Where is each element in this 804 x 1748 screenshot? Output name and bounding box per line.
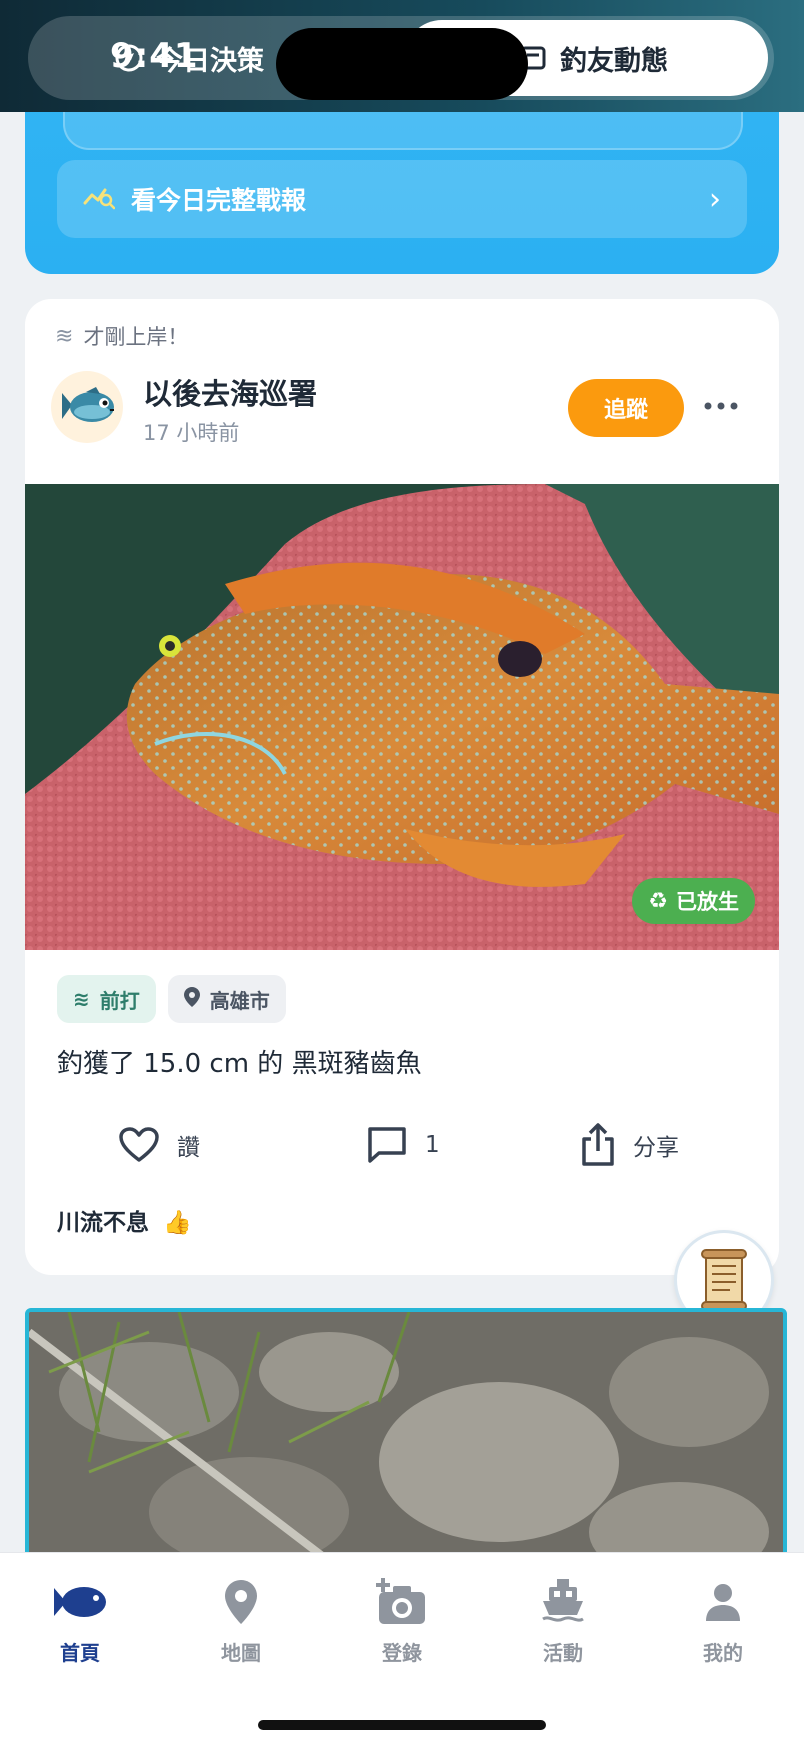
fishing-method-label: 前打 [99,988,140,1013]
stones-photo-illustration [29,1312,783,1584]
post-time: 17 小時前 [143,421,240,445]
location-pin-icon [183,986,200,1012]
nav-events[interactable]: 活動 [503,1577,623,1666]
camera-add-icon [375,1577,429,1627]
boat-icon [541,1577,585,1627]
post-tag-label: 才剛上岸！ [83,325,189,349]
nav-map[interactable]: 地圖 [181,1577,301,1666]
waves-icon: ≋ [73,987,90,1011]
waves-icon: ≋ [55,323,74,349]
location-label: 高雄市 [209,988,270,1013]
post-card: ≋ 才剛上岸！ 以後去海巡署 17 小時前 追蹤 ♻ 已放生 ≋ 前打 高雄市 … [25,299,779,1275]
scroll-icon [701,1249,747,1311]
location-chip[interactable]: 高雄市 [167,975,286,1023]
daily-report-banner: 看今日完整戰報 › [25,86,779,274]
share-icon [581,1123,615,1167]
share-button[interactable]: 分享 [581,1115,679,1175]
comment-count: 1 [425,1132,440,1158]
trend-chart-icon [83,183,116,215]
nav-profile[interactable]: 我的 [663,1577,783,1666]
catch-description: 釣獲了 15.0 cm 的 黑斑豬齒魚 [57,1049,422,1079]
fish-icon [52,1577,108,1627]
fish-avatar-icon [62,387,114,422]
thumbs-up-icon: 👍 [163,1210,192,1236]
like-label: 讚 [177,1135,200,1161]
chevron-right-icon: › [709,181,721,217]
full-report-button[interactable]: 看今日完整戰報 › [57,160,747,238]
share-label: 分享 [633,1135,679,1161]
heart-icon [119,1127,159,1163]
nav-log-catch-label: 登錄 [382,1641,422,1665]
status-time: 9:41 [110,36,199,76]
app-screen: 今日決策 釣友動態 9:41 看今日完整戰報 › ≋ 才剛上岸！ 以後去海巡署 … [0,0,804,1748]
released-badge: ♻ 已放生 [632,878,755,924]
camera-notch [276,28,528,100]
nav-map-label: 地圖 [221,1641,261,1665]
home-indicator[interactable] [258,1720,546,1730]
like-button[interactable]: 讚 [119,1115,200,1175]
post-tag: ≋ 才剛上岸！ [55,321,188,351]
fishing-method-chip[interactable]: ≋ 前打 [57,975,156,1023]
nav-log-catch[interactable]: 登錄 [342,1577,462,1666]
post-username[interactable]: 以後去海巡署 [143,371,317,413]
next-post-preview[interactable] [25,1308,787,1588]
bottom-navigation: 首頁 地圖 登錄 活動 我的 [0,1552,804,1748]
released-label: 已放生 [676,890,739,914]
comment-author: 川流不息 [57,1210,149,1236]
comment-button[interactable]: 1 [367,1115,440,1175]
full-report-label: 看今日完整戰報 [131,186,307,215]
more-options-icon[interactable] [701,391,741,421]
follow-button[interactable]: 追蹤 [568,379,684,437]
map-pin-icon [225,1577,257,1627]
nav-events-label: 活動 [543,1641,583,1665]
tab-angler-feed-label: 釣友動態 [560,45,668,77]
comment-preview[interactable]: 川流不息 👍 [57,1203,192,1237]
post-chips: ≋ 前打 高雄市 [57,975,286,1023]
nav-home-label: 首頁 [60,1641,100,1665]
recycle-icon: ♻ [648,888,668,914]
top-header: 今日決策 釣友動態 9:41 [0,0,804,112]
catch-photo[interactable]: ♻ 已放生 [25,484,779,950]
person-icon [704,1577,742,1627]
avatar[interactable] [51,371,123,443]
comment-icon [367,1126,407,1164]
nav-profile-label: 我的 [703,1641,743,1665]
post-actions: 讚 1 分享 [25,1115,779,1175]
nav-home[interactable]: 首頁 [20,1577,140,1666]
